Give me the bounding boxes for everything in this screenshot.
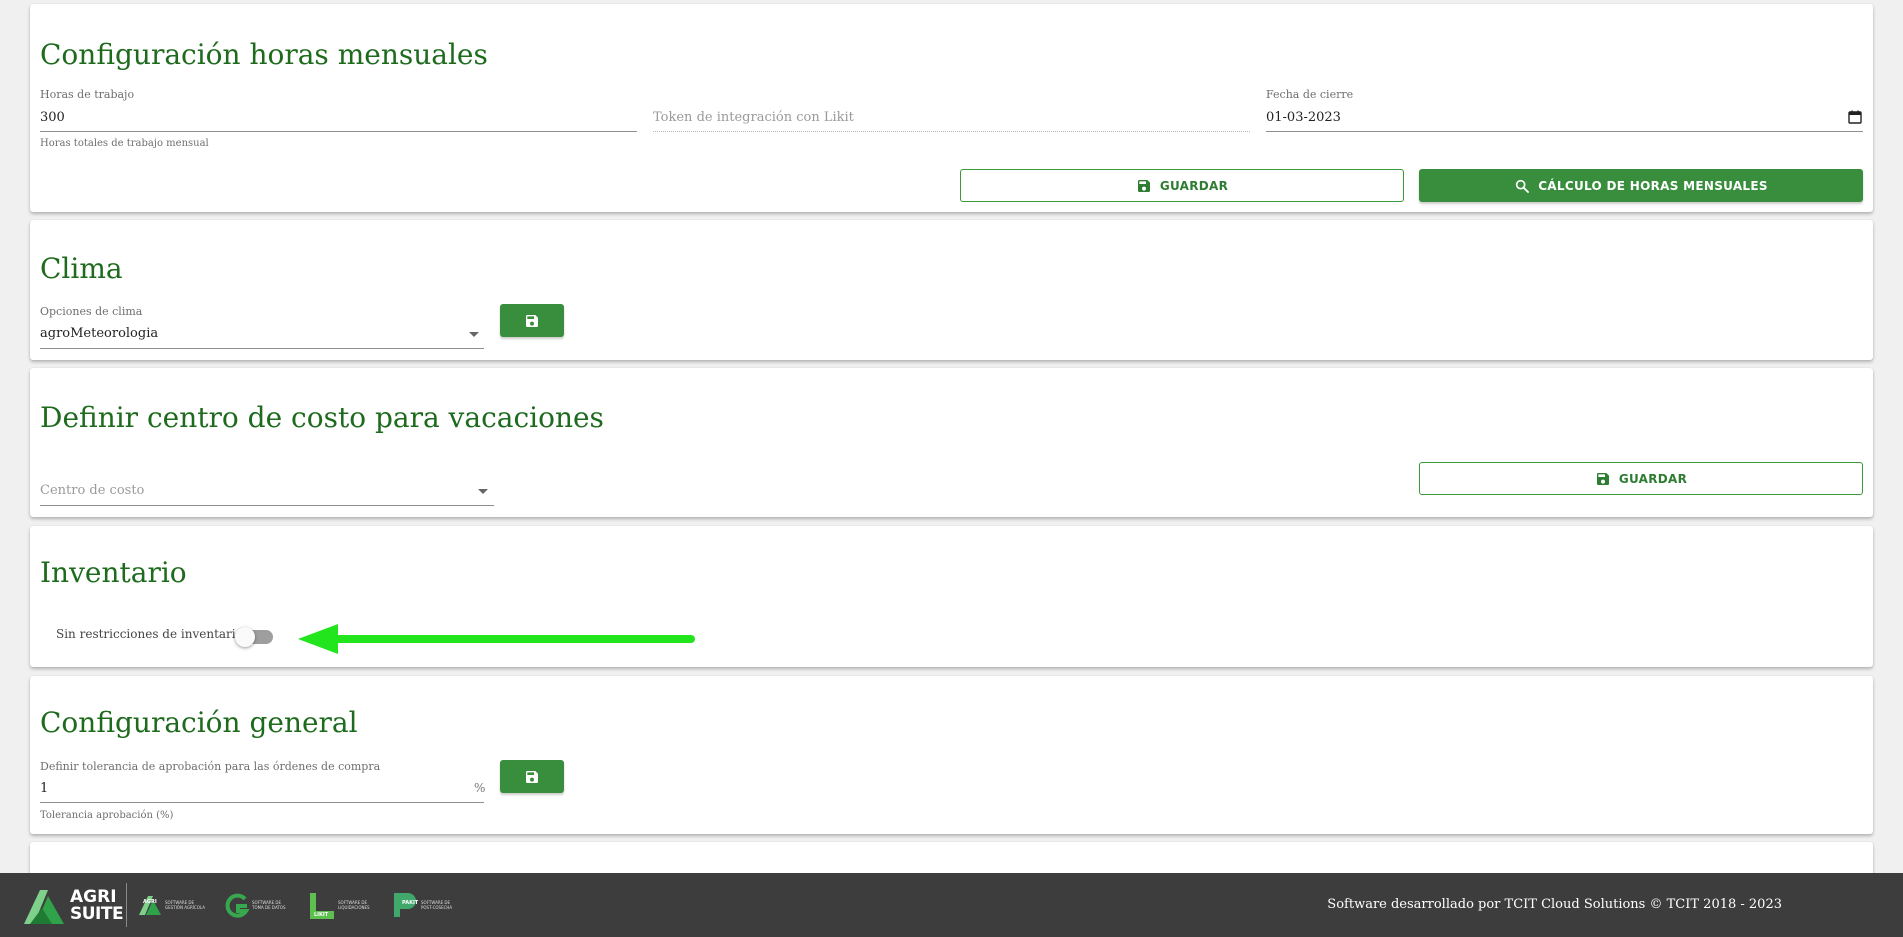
monthly-hours-title: Configuración horas mensuales [40, 38, 488, 71]
footer: AGRI SUITE AGRI SOFTWARE DE GESTIÓN AGRÍ… [0, 873, 1903, 937]
save-hours-button[interactable]: GUARDAR [960, 169, 1404, 202]
tolerance-input[interactable]: 1 [40, 781, 48, 796]
agrisuite-logo-icon [24, 890, 64, 924]
inventory-switch-thumb[interactable] [235, 627, 255, 647]
pakit-logo-name: PAKIT [402, 900, 419, 906]
search-icon [1514, 178, 1530, 194]
close-date-label: Fecha de cierre [1266, 88, 1354, 101]
inventory-switch-label: Sin restricciones de inventario [56, 627, 243, 641]
climate-card: Clima Opciones de clima agroMeteorologia [30, 220, 1873, 360]
agri-logo-icon [139, 896, 161, 915]
likit-token-input[interactable]: Token de integración con Likit [653, 110, 854, 125]
inventory-card: Inventario Sin restricciones de inventar… [30, 526, 1873, 667]
tolerance-label: Definir tolerancia de aprobación para la… [40, 760, 381, 773]
green-arrow-annotation [298, 624, 695, 654]
data-capture-logo-icon [225, 893, 250, 918]
tolerance-suffix: % [474, 781, 486, 795]
cost-center-card: Definir centro de costo para vacaciones … [30, 368, 1873, 517]
likit-logo-caption2: LIQUIDACIONES [338, 905, 370, 910]
save-icon [524, 769, 540, 785]
general-config-card: Configuración general Definir tolerancia… [30, 676, 1873, 834]
cost-center-title: Definir centro de costo para vacaciones [40, 401, 604, 434]
climate-options-underline [40, 348, 484, 349]
close-date-input[interactable]: 01-03-2023 [1266, 110, 1341, 125]
calc-monthly-hours-label: CÁLCULO DE HORAS MENSUALES [1538, 178, 1768, 193]
likit-token-underline [653, 131, 1250, 132]
save-cost-center-button[interactable]: GUARDAR [1419, 462, 1863, 495]
climate-options-select[interactable]: agroMeteorologia [40, 326, 158, 341]
footer-credit: Software desarrollado por TCIT Cloud Sol… [1327, 897, 1782, 912]
agri-logo-caption2: GESTIÓN AGRÍCOLA [165, 905, 205, 910]
tolerance-hint: Tolerancia aprobación (%) [40, 810, 174, 821]
cost-center-select[interactable]: Centro de costo [40, 483, 144, 498]
pakit-logo-caption2: POST-COSECHA [421, 905, 453, 910]
save-icon [1595, 471, 1611, 487]
work-hours-hint: Horas totales de trabajo mensual [40, 138, 209, 149]
agri-logo-name: AGRI [143, 899, 157, 905]
save-icon [524, 313, 540, 329]
save-general-button[interactable] [500, 760, 564, 793]
data-capture-logo-caption2: TOMA DE DATOS [252, 905, 286, 910]
save-cost-center-label: GUARDAR [1618, 471, 1688, 486]
work-hours-underline [40, 131, 637, 132]
agrisuite-brand-bottom: SUITE [70, 904, 124, 924]
save-icon [1136, 178, 1152, 194]
chevron-down-icon[interactable] [478, 489, 488, 494]
likit-logo-name: LIKIT [314, 912, 329, 918]
cost-center-underline [40, 505, 494, 506]
save-climate-button[interactable] [500, 304, 564, 337]
general-config-title: Configuración general [40, 706, 358, 739]
work-hours-input[interactable]: 300 [40, 110, 65, 125]
work-hours-label: Horas de trabajo [40, 88, 135, 101]
calendar-icon[interactable] [1848, 110, 1862, 124]
close-date-underline [1266, 131, 1863, 132]
climate-options-label: Opciones de clima [40, 305, 143, 318]
chevron-down-icon[interactable] [469, 332, 479, 337]
footer-divider [126, 883, 127, 927]
climate-title: Clima [40, 252, 123, 285]
monthly-hours-card: Configuración horas mensuales Horas de t… [30, 4, 1873, 212]
save-hours-label: GUARDAR [1159, 178, 1229, 193]
tolerance-underline [40, 802, 484, 803]
inventory-title: Inventario [40, 556, 187, 589]
calc-monthly-hours-button[interactable]: CÁLCULO DE HORAS MENSUALES [1419, 169, 1863, 202]
